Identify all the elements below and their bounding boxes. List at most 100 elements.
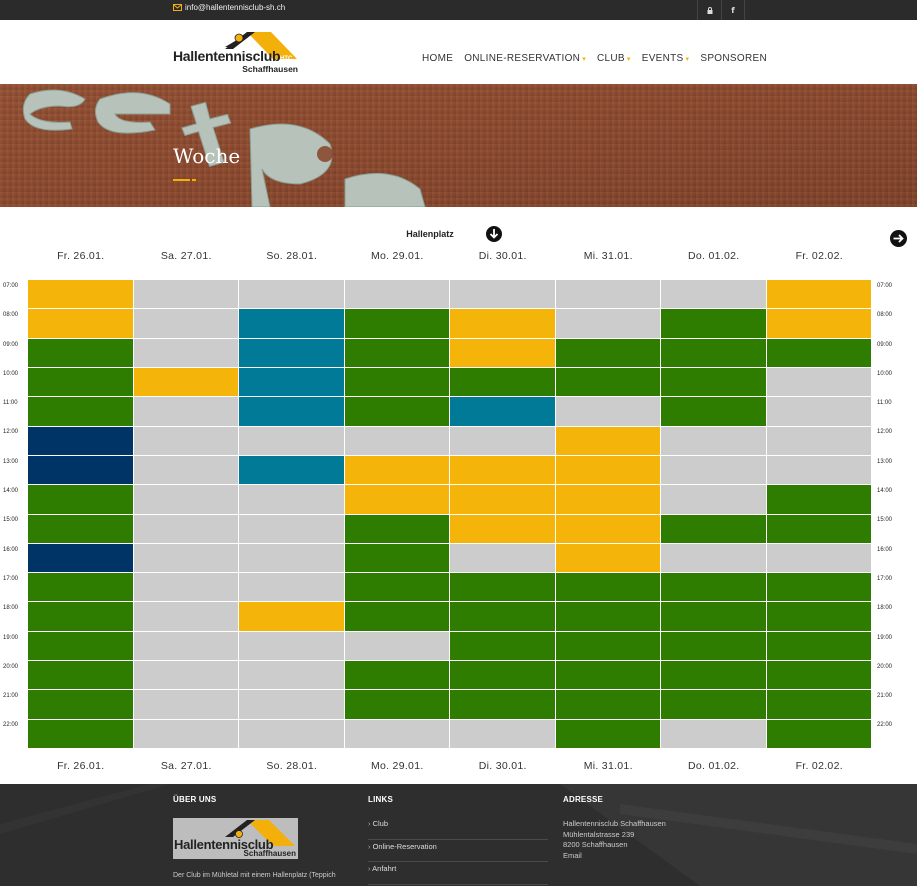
slot-booked[interactable] bbox=[28, 719, 134, 749]
slot-booked[interactable] bbox=[661, 573, 767, 603]
slot-booked[interactable] bbox=[28, 338, 134, 368]
slot-booked[interactable] bbox=[239, 309, 345, 339]
slot-free[interactable] bbox=[344, 280, 450, 310]
arrow-down-circle-icon[interactable] bbox=[485, 225, 503, 243]
slot-free[interactable] bbox=[133, 280, 239, 310]
slot-booked[interactable] bbox=[344, 661, 450, 691]
slot-booked[interactable] bbox=[28, 514, 134, 544]
slot-free[interactable] bbox=[239, 719, 345, 749]
slot-booked[interactable] bbox=[661, 690, 767, 720]
slot-booked[interactable] bbox=[450, 455, 556, 486]
slot-free[interactable] bbox=[766, 426, 872, 456]
slot-booked[interactable] bbox=[555, 661, 661, 691]
slot-booked[interactable] bbox=[555, 602, 661, 632]
slot-free[interactable] bbox=[450, 426, 556, 456]
slot-booked[interactable] bbox=[555, 455, 661, 486]
slot-free[interactable] bbox=[133, 309, 239, 339]
slot-booked[interactable] bbox=[766, 573, 872, 603]
slot-booked[interactable] bbox=[661, 631, 767, 662]
slot-booked[interactable] bbox=[661, 338, 767, 368]
slot-booked[interactable] bbox=[344, 543, 450, 574]
slot-booked[interactable] bbox=[344, 338, 450, 368]
slot-free[interactable] bbox=[555, 309, 661, 339]
slot-booked[interactable] bbox=[450, 690, 556, 720]
slot-booked[interactable] bbox=[766, 309, 872, 339]
site-logo[interactable]: HTC Hallentennisclub Schaffhausen bbox=[173, 29, 299, 75]
slot-booked[interactable] bbox=[450, 661, 556, 691]
slot-booked[interactable] bbox=[661, 309, 767, 339]
slot-booked[interactable] bbox=[133, 367, 239, 398]
slot-free[interactable] bbox=[661, 455, 767, 486]
slot-booked[interactable] bbox=[28, 485, 134, 515]
slot-booked[interactable] bbox=[450, 367, 556, 398]
slot-booked[interactable] bbox=[555, 485, 661, 515]
slot-free[interactable] bbox=[239, 573, 345, 603]
slot-booked[interactable] bbox=[28, 455, 134, 486]
slot-free[interactable] bbox=[239, 485, 345, 515]
slot-booked[interactable] bbox=[450, 514, 556, 544]
slot-free[interactable] bbox=[239, 631, 345, 662]
slot-free[interactable] bbox=[555, 397, 661, 427]
slot-booked[interactable] bbox=[766, 719, 872, 749]
slot-booked[interactable] bbox=[28, 280, 134, 310]
slot-booked[interactable] bbox=[450, 338, 556, 368]
slot-booked[interactable] bbox=[555, 426, 661, 456]
slot-booked[interactable] bbox=[344, 455, 450, 486]
slot-free[interactable] bbox=[661, 485, 767, 515]
slot-booked[interactable] bbox=[28, 573, 134, 603]
slot-booked[interactable] bbox=[555, 514, 661, 544]
nav-item-online-reservation[interactable]: ONLINE-RESERVATION ▾ bbox=[464, 53, 586, 64]
slot-booked[interactable] bbox=[28, 543, 134, 574]
slot-free[interactable] bbox=[661, 426, 767, 456]
slot-booked[interactable] bbox=[344, 367, 450, 398]
slot-booked[interactable] bbox=[344, 397, 450, 427]
slot-free[interactable] bbox=[661, 543, 767, 574]
slot-booked[interactable] bbox=[555, 719, 661, 749]
slot-booked[interactable] bbox=[28, 690, 134, 720]
facebook-icon[interactable]: f bbox=[721, 0, 745, 20]
footer-logo[interactable]: Hallentennisclub Schaffhausen bbox=[173, 818, 298, 859]
slot-free[interactable] bbox=[661, 280, 767, 310]
slot-free[interactable] bbox=[450, 280, 556, 310]
slot-booked[interactable] bbox=[661, 397, 767, 427]
slot-free[interactable] bbox=[133, 514, 239, 544]
slot-booked[interactable] bbox=[344, 309, 450, 339]
slot-booked[interactable] bbox=[555, 543, 661, 574]
slot-booked[interactable] bbox=[661, 602, 767, 632]
slot-free[interactable] bbox=[239, 426, 345, 456]
slot-free[interactable] bbox=[344, 719, 450, 749]
slot-booked[interactable] bbox=[766, 514, 872, 544]
email-link[interactable]: info@hallentennisclub-sh.ch bbox=[173, 3, 285, 12]
footer-link[interactable]: › Club bbox=[368, 817, 548, 840]
slot-free[interactable] bbox=[766, 367, 872, 398]
slot-booked[interactable] bbox=[239, 602, 345, 632]
slot-free[interactable] bbox=[133, 543, 239, 574]
slot-booked[interactable] bbox=[766, 338, 872, 368]
slot-free[interactable] bbox=[450, 719, 556, 749]
address-email-link[interactable]: Email bbox=[563, 851, 666, 862]
slot-booked[interactable] bbox=[450, 309, 556, 339]
slot-free[interactable] bbox=[133, 719, 239, 749]
slot-booked[interactable] bbox=[661, 661, 767, 691]
slot-booked[interactable] bbox=[555, 690, 661, 720]
slot-booked[interactable] bbox=[766, 661, 872, 691]
slot-free[interactable] bbox=[766, 397, 872, 427]
footer-link[interactable]: › Online-Reservation bbox=[368, 840, 548, 862]
nav-item-events[interactable]: EVENTS ▾ bbox=[642, 53, 690, 64]
slot-booked[interactable] bbox=[28, 309, 134, 339]
slot-free[interactable] bbox=[133, 397, 239, 427]
slot-booked[interactable] bbox=[239, 455, 345, 486]
slot-booked[interactable] bbox=[450, 485, 556, 515]
arrow-right-circle-icon[interactable] bbox=[889, 229, 908, 248]
slot-booked[interactable] bbox=[766, 602, 872, 632]
slot-booked[interactable] bbox=[344, 690, 450, 720]
slot-booked[interactable] bbox=[344, 573, 450, 603]
slot-booked[interactable] bbox=[344, 485, 450, 515]
slot-free[interactable] bbox=[344, 631, 450, 662]
footer-link[interactable]: › Anfahrt bbox=[368, 862, 548, 885]
slot-free[interactable] bbox=[555, 280, 661, 310]
slot-booked[interactable] bbox=[555, 338, 661, 368]
slot-booked[interactable] bbox=[28, 426, 134, 456]
slot-booked[interactable] bbox=[766, 690, 872, 720]
slot-free[interactable] bbox=[133, 485, 239, 515]
